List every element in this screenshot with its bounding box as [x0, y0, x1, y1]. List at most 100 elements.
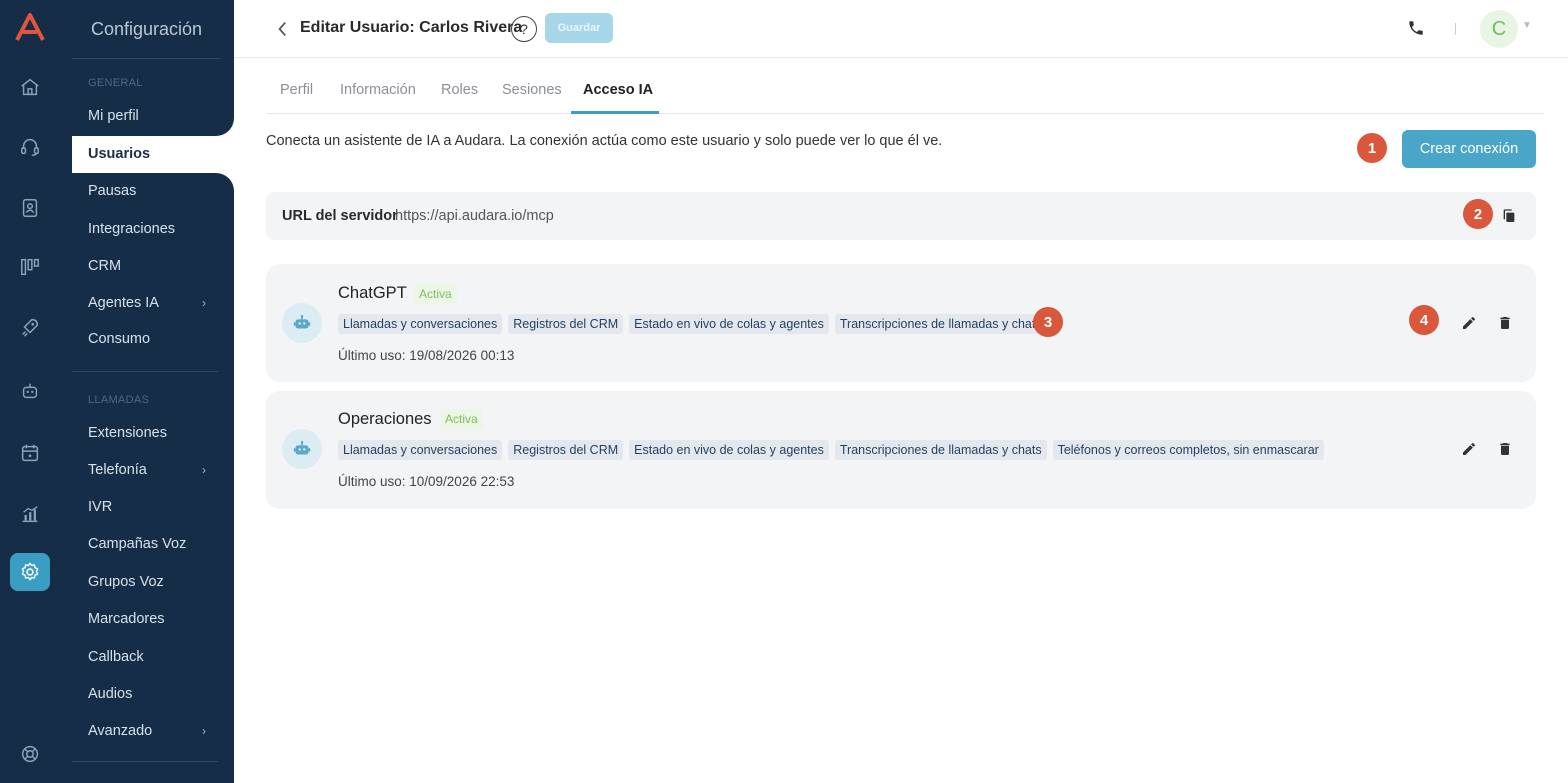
server-url-box: URL del servidor https://api.audara.io/m… [266, 192, 1536, 240]
connection-name: ChatGPT [338, 284, 407, 302]
scope-chip: Transcripciones de llamadas y chats [834, 440, 1047, 460]
scope-chip: Transcripciones de llamadas y chats [834, 314, 1047, 334]
status-badge: Activa [440, 409, 483, 429]
save-button[interactable]: Guardar [545, 13, 613, 43]
scope-chip: Teléfonos y correos completos, sin enmas… [1052, 440, 1324, 460]
trash-icon[interactable] [1496, 440, 1514, 458]
home-icon[interactable] [10, 68, 50, 106]
sidebar-item-grupos-voz[interactable]: Grupos Voz [88, 574, 218, 590]
edit-icon[interactable] [1460, 440, 1478, 458]
sidebar-item-label: Marcadores [88, 611, 165, 627]
robot-icon[interactable] [10, 372, 50, 410]
step-badge: 2 [1463, 199, 1493, 229]
scope-list: Llamadas y conversaciones Registros del … [338, 440, 1324, 460]
help-button[interactable]: ? [511, 16, 537, 42]
chevron-down-icon[interactable]: ▼ [1522, 20, 1532, 31]
sidebar-item-label: Grupos Voz [88, 574, 164, 590]
tab-acceso-ia[interactable]: Acceso IA [583, 82, 653, 98]
tab-informacion[interactable]: Información [340, 82, 416, 98]
connection-card: ChatGPT Activa Llamadas y conversaciones… [266, 264, 1536, 382]
sidebar-divider [72, 761, 218, 762]
sidebar-item-label: IVR [88, 499, 113, 515]
sidebar-item-marcadores[interactable]: Marcadores [88, 611, 218, 627]
scope-chip: Estado en vivo de colas y agentes [629, 440, 829, 460]
tab-perfil[interactable]: Perfil [280, 82, 313, 98]
server-url-label: URL del servidor [282, 208, 398, 224]
sidebar-item-label: Callback [88, 649, 144, 665]
robot-icon [282, 429, 322, 469]
sidebar-item-consumo[interactable]: Consumo [88, 331, 218, 347]
user-avatar[interactable]: C [1480, 10, 1518, 48]
copy-icon[interactable] [1500, 207, 1518, 225]
page-header: Editar Usuario: Carlos Rivera ? Guardar … [234, 0, 1568, 58]
sidebar-item-audios[interactable]: Audios [88, 686, 218, 702]
sidebar-divider [72, 58, 220, 59]
sidebar-item-mi-perfil[interactable]: Mi perfil [88, 108, 218, 124]
sidebar-item-extensiones[interactable]: Extensiones [88, 425, 218, 441]
analytics-icon[interactable] [10, 495, 50, 533]
active-tab-indicator [571, 111, 659, 114]
sidebar-item-label: Extensiones [88, 425, 167, 441]
icon-rail [0, 0, 58, 783]
last-use-text: Último uso: 19/08/2026 00:13 [338, 348, 515, 363]
sidebar-divider [72, 371, 218, 372]
trash-icon[interactable] [1496, 314, 1514, 332]
chevron-right-icon: › [202, 463, 206, 477]
scope-list: Llamadas y conversaciones Registros del … [338, 314, 1047, 334]
support-icon[interactable] [10, 735, 50, 773]
header-separator [1455, 23, 1456, 35]
section-general: GENERAL [88, 77, 143, 89]
scope-chip: Llamadas y conversaciones [338, 440, 503, 460]
chevron-right-icon: › [202, 724, 206, 738]
sidebar-title: Configuración [91, 19, 203, 39]
connection-card: Operaciones Activa Llamadas y conversaci… [266, 391, 1536, 509]
step-badge: 4 [1409, 305, 1439, 335]
phone-icon[interactable] [1406, 18, 1426, 38]
sidebar-item-crm[interactable]: CRM [88, 258, 218, 274]
status-badge: Activa [414, 284, 457, 304]
sidebar-item-avanzado[interactable]: Avanzado › [88, 723, 206, 739]
sidebar-item-label: Audios [88, 686, 133, 702]
sidebar-item-label: CRM [88, 258, 122, 274]
step-badge: 1 [1357, 133, 1387, 163]
sidebar-item-pausas[interactable]: Pausas [88, 183, 218, 199]
sidebar-item-callback[interactable]: Callback [88, 649, 218, 665]
sidebar-item-ivr[interactable]: IVR [88, 499, 218, 515]
tab-sesiones[interactable]: Sesiones [502, 82, 562, 98]
sidebar-item-integraciones[interactable]: Integraciones [88, 221, 218, 237]
last-use-text: Último uso: 10/09/2026 22:53 [338, 474, 515, 489]
sidebar-item-label: Consumo [88, 331, 151, 347]
rocket-icon[interactable] [10, 308, 50, 346]
chevron-right-icon: › [202, 296, 206, 310]
create-connection-button[interactable]: Crear conexión [1402, 130, 1536, 168]
sidebar-item-label: Pausas [88, 183, 137, 199]
app-logo-icon[interactable] [14, 12, 46, 42]
server-url-value: https://api.audara.io/mcp [395, 208, 554, 224]
tab-bar: Perfil Información Roles Sesiones Acceso… [266, 68, 1544, 114]
robot-icon [282, 303, 322, 343]
sidebar-item-label: Agentes IA [88, 295, 159, 311]
scope-chip: Llamadas y conversaciones [338, 314, 503, 334]
back-button[interactable] [274, 18, 290, 40]
section-llamadas: LLAMADAS [88, 394, 150, 406]
sidebar-item-label: Campañas Voz [88, 536, 187, 552]
sidebar-item-telefonia[interactable]: Telefonía › [88, 462, 206, 478]
sidebar-item-label: Mi perfil [88, 108, 139, 124]
scope-chip: Registros del CRM [508, 314, 624, 334]
sidebar-item-label: Integraciones [88, 221, 176, 237]
sidebar-item-label: Avanzado [88, 723, 153, 739]
edit-icon[interactable] [1460, 314, 1478, 332]
calendar-icon[interactable] [10, 434, 50, 472]
page-title: Editar Usuario: Carlos Rivera [300, 19, 523, 36]
tab-roles[interactable]: Roles [441, 82, 478, 98]
kanban-icon[interactable] [10, 248, 50, 286]
sidebar-item-campanas-voz[interactable]: Campañas Voz [88, 536, 218, 552]
headset-icon[interactable] [10, 128, 50, 166]
scope-chip: Registros del CRM [508, 440, 624, 460]
contacts-icon[interactable] [10, 189, 50, 227]
sidebar-item-label: Telefonía [88, 462, 147, 478]
sidebar-item-agentes-ia[interactable]: Agentes IA › [88, 295, 206, 311]
settings-icon[interactable] [10, 553, 50, 591]
sidebar-item-usuarios[interactable]: Usuarios [88, 146, 150, 162]
connection-name: Operaciones [338, 410, 432, 428]
